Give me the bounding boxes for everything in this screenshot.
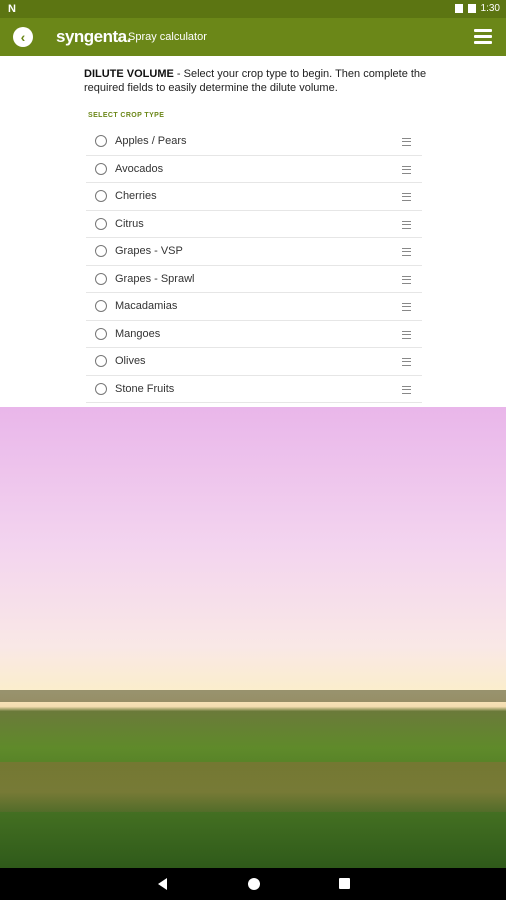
distant-hills bbox=[0, 690, 506, 702]
crop-label: Grapes - Sprawl bbox=[115, 272, 195, 285]
apple-icon bbox=[95, 135, 107, 148]
drag-handle-icon[interactable] bbox=[402, 385, 411, 394]
cherry-icon bbox=[95, 190, 107, 203]
stone-fruit-icon bbox=[95, 382, 107, 395]
mango-icon bbox=[95, 327, 107, 340]
crop-item[interactable]: Cherries bbox=[86, 183, 422, 211]
intro-heading: DILUTE VOLUME bbox=[84, 68, 174, 80]
crop-label: Olives bbox=[115, 355, 146, 368]
crop-label: Apples / Pears bbox=[115, 135, 187, 148]
olive-icon bbox=[95, 355, 107, 368]
crop-item[interactable]: Olives bbox=[86, 348, 422, 376]
drag-handle-icon[interactable] bbox=[402, 330, 411, 339]
drag-handle-icon[interactable] bbox=[402, 138, 411, 146]
drag-handle-icon[interactable] bbox=[402, 275, 411, 284]
soil-rows bbox=[0, 762, 506, 812]
crop-label: Citrus bbox=[115, 217, 144, 230]
nav-home-icon[interactable] bbox=[248, 878, 260, 890]
hamburger-menu-icon[interactable] bbox=[474, 29, 492, 44]
back-arrow-icon[interactable]: ‹ bbox=[13, 27, 33, 47]
notification-icon: N bbox=[8, 3, 16, 15]
drag-handle-icon[interactable] bbox=[402, 248, 411, 256]
app-subtitle: Spray calculator bbox=[128, 31, 207, 43]
crop-item[interactable]: Apples / Pears bbox=[86, 128, 422, 156]
system-nav-bar bbox=[0, 868, 506, 900]
crop-item[interactable]: Grapes - Sprawl bbox=[86, 266, 422, 293]
crop-label: Mangoes bbox=[115, 327, 161, 340]
battery-icon bbox=[467, 4, 476, 13]
crop-label: Stone Fruits bbox=[115, 382, 175, 395]
status-icons: 1:30 bbox=[454, 3, 500, 14]
citrus-icon bbox=[95, 217, 107, 230]
crop-label: Avocados bbox=[115, 162, 164, 175]
app-bar: ‹ syngenta. Spray calculator bbox=[0, 18, 506, 56]
nav-recents-icon[interactable] bbox=[339, 878, 350, 889]
avocado-icon bbox=[95, 162, 107, 175]
crop-label: Macadamias bbox=[115, 300, 178, 313]
crop-list: Apples / Pears Avocados Cherries Citrus Grap… bbox=[86, 128, 422, 403]
drag-handle-icon[interactable] bbox=[402, 358, 411, 366]
clock: 1:30 bbox=[480, 3, 500, 14]
drag-handle-icon[interactable] bbox=[402, 193, 411, 201]
vineyard-image bbox=[0, 407, 506, 868]
intro-text: DILUTE VOLUME - Select your crop type to… bbox=[84, 67, 429, 95]
crop-item[interactable]: Grapes - VSP bbox=[86, 238, 422, 266]
drag-handle-icon[interactable] bbox=[402, 165, 411, 174]
content-panel: DILUTE VOLUME - Select your crop type to… bbox=[0, 56, 506, 407]
nav-back-icon[interactable] bbox=[158, 878, 167, 890]
crop-item[interactable]: Citrus bbox=[86, 211, 422, 238]
grape-icon bbox=[95, 272, 107, 285]
crop-label: Grapes - VSP bbox=[115, 245, 183, 258]
wifi-icon bbox=[454, 4, 463, 13]
macadamia-icon bbox=[95, 300, 107, 313]
brand-logo: syngenta. bbox=[56, 27, 131, 46]
crop-item[interactable]: Macadamias bbox=[86, 293, 422, 321]
status-bar: N 1:30 bbox=[0, 0, 506, 18]
drag-handle-icon[interactable] bbox=[402, 303, 411, 311]
crop-label: Cherries bbox=[115, 190, 157, 203]
crop-item[interactable]: Stone Fruits bbox=[86, 376, 422, 403]
drag-handle-icon[interactable] bbox=[402, 220, 411, 229]
section-label: SELECT CROP TYPE bbox=[88, 112, 165, 119]
crop-item[interactable]: Mangoes bbox=[86, 321, 422, 348]
grape-icon bbox=[95, 245, 107, 258]
crop-item[interactable]: Avocados bbox=[86, 156, 422, 183]
